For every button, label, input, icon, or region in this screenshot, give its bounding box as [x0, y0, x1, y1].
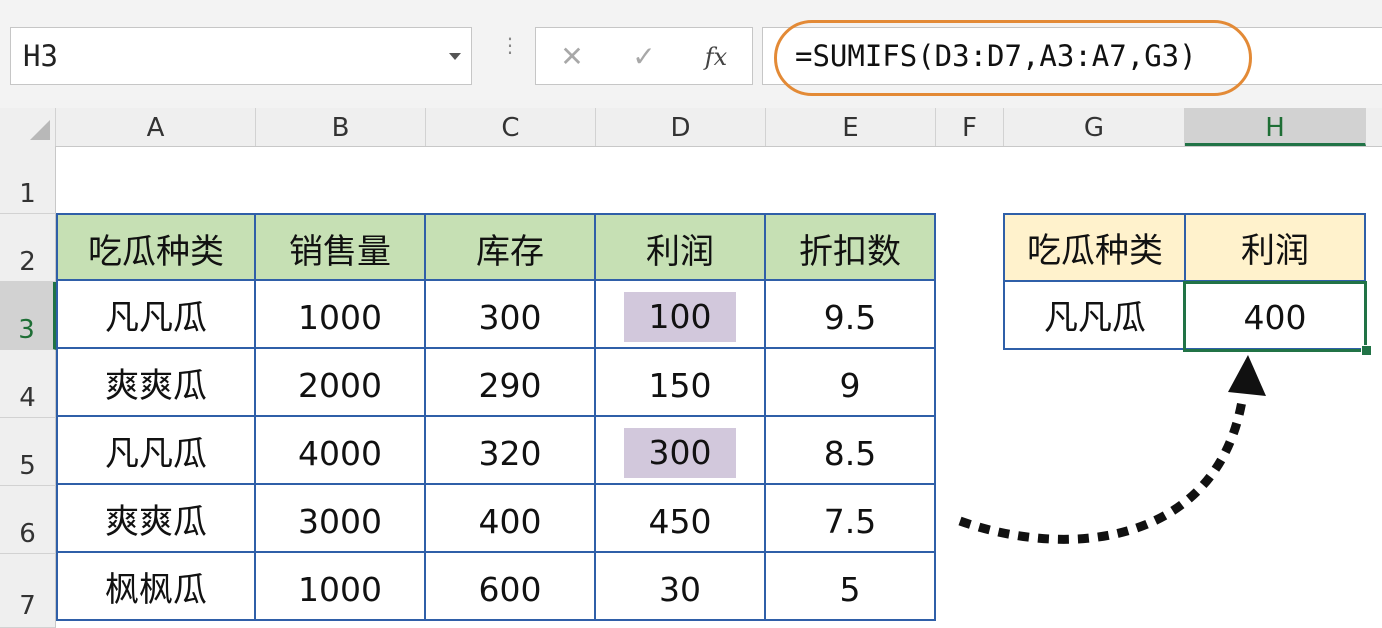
table-cell-type[interactable]: 枫枫瓜: [56, 553, 256, 621]
dotted-arrow-curve: [958, 394, 1248, 544]
row-header-1[interactable]: 1: [0, 146, 56, 214]
column-header-f[interactable]: F: [936, 108, 1004, 146]
enter-icon[interactable]: ✓: [624, 38, 664, 76]
insert-function-icon[interactable]: fx: [696, 38, 736, 76]
table-cell-sales[interactable]: 2000: [256, 349, 426, 417]
table-cell-discount[interactable]: 7.5: [766, 485, 936, 553]
formula-bar-buttons: ✕ ✓ fx: [535, 27, 753, 85]
name-box[interactable]: H3: [10, 27, 472, 85]
select-all-icon: [30, 120, 50, 140]
table-cell-type[interactable]: 凡凡瓜: [56, 281, 256, 349]
column-header-h[interactable]: H: [1185, 108, 1366, 146]
formula-bar-separator: ⋮: [500, 33, 520, 57]
table-cell-discount[interactable]: 9: [766, 349, 936, 417]
row-header-6[interactable]: 6: [0, 486, 56, 554]
table-cell-stock[interactable]: 320: [426, 417, 596, 485]
table-cell-profit[interactable]: 450: [596, 485, 766, 553]
name-box-value: H3: [23, 39, 58, 73]
lookup-header-profit[interactable]: 利润: [1184, 213, 1366, 282]
table-cell-stock[interactable]: 300: [426, 281, 596, 349]
table-cell-sales[interactable]: 4000: [256, 417, 426, 485]
table-cell-profit[interactable]: 150: [596, 349, 766, 417]
lookup-header-type[interactable]: 吃瓜种类: [1003, 213, 1185, 282]
formula-text: =SUMIFS(D3:D7,A3:A7,G3): [795, 39, 1197, 73]
table-cell-sales[interactable]: 1000: [256, 553, 426, 621]
cancel-icon[interactable]: ✕: [552, 38, 592, 76]
table-cell-stock[interactable]: 400: [426, 485, 596, 553]
table-cell-profit[interactable]: 100: [596, 281, 766, 349]
fill-handle[interactable]: [1361, 345, 1372, 356]
table-cell-stock[interactable]: 290: [426, 349, 596, 417]
table-header-sales[interactable]: 销售量: [256, 213, 426, 281]
table-header-type[interactable]: 吃瓜种类: [56, 213, 256, 281]
row-header-5[interactable]: 5: [0, 418, 56, 486]
table-cell-profit[interactable]: 30: [596, 553, 766, 621]
column-header-b[interactable]: B: [256, 108, 426, 146]
highlighted-value: 100: [624, 292, 736, 342]
table-cell-discount[interactable]: 8.5: [766, 417, 936, 485]
select-all-corner[interactable]: [0, 108, 56, 146]
column-header-g[interactable]: G: [1004, 108, 1185, 146]
row-header-7[interactable]: 7: [0, 554, 56, 628]
table-header-profit[interactable]: 利润: [596, 213, 766, 281]
dotted-arrow-head: [1228, 355, 1266, 396]
table-cell-sales[interactable]: 1000: [256, 281, 426, 349]
table-cell-stock[interactable]: 600: [426, 553, 596, 621]
table-cell-discount[interactable]: 5: [766, 553, 936, 621]
active-cell-selection: [1183, 281, 1367, 352]
table-cell-type[interactable]: 凡凡瓜: [56, 417, 256, 485]
column-header-c[interactable]: C: [426, 108, 596, 146]
column-header-d[interactable]: D: [596, 108, 766, 146]
row-header-2[interactable]: 2: [0, 214, 56, 282]
row-header-4[interactable]: 4: [0, 350, 56, 418]
table-cell-discount[interactable]: 9.5: [766, 281, 936, 349]
column-header-e[interactable]: E: [766, 108, 936, 146]
table-cell-type[interactable]: 爽爽瓜: [56, 485, 256, 553]
column-header-a[interactable]: A: [56, 108, 256, 146]
chevron-down-icon[interactable]: [449, 53, 461, 60]
row-header-3[interactable]: 3: [0, 282, 56, 350]
table-header-discount[interactable]: 折扣数: [766, 213, 936, 281]
table-cell-profit[interactable]: 300: [596, 417, 766, 485]
table-header-stock[interactable]: 库存: [426, 213, 596, 281]
highlighted-value: 300: [624, 428, 736, 478]
formula-input[interactable]: =SUMIFS(D3:D7,A3:A7,G3): [762, 27, 1382, 85]
formula-bar-area: H3 ⋮ ✕ ✓ fx =SUMIFS(D3:D7,A3:A7,G3): [0, 0, 1382, 109]
table-cell-sales[interactable]: 3000: [256, 485, 426, 553]
column-header-bar: A B C D E F G H: [0, 108, 1382, 147]
table-cell-type[interactable]: 爽爽瓜: [56, 349, 256, 417]
column-header-i[interactable]: [1366, 108, 1382, 146]
lookup-criteria-cell[interactable]: 凡凡瓜: [1003, 280, 1185, 350]
